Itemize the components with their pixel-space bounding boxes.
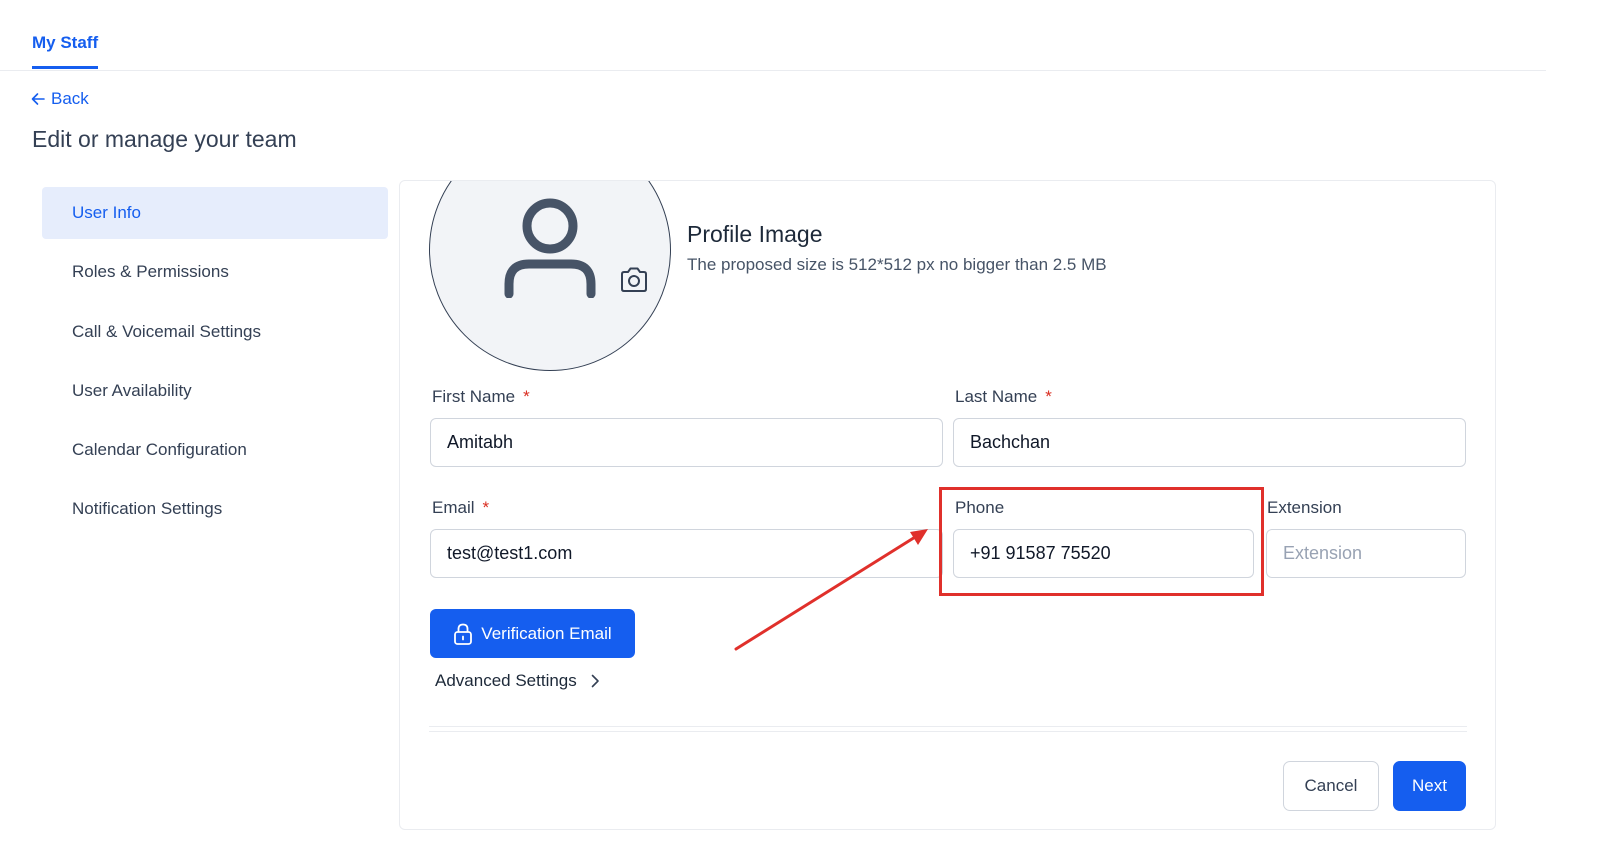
camera-icon[interactable] xyxy=(619,267,649,293)
arrow-left-icon xyxy=(31,93,45,105)
tab-my-staff[interactable]: My Staff xyxy=(32,33,99,69)
lock-icon xyxy=(454,623,473,645)
form-divider xyxy=(429,726,1467,732)
profile-image-hint: The proposed size is 512*512 px no bigge… xyxy=(687,255,1107,274)
sidebar-item-notification-settings[interactable]: Notification Settings xyxy=(42,483,388,535)
annotation-arrow-icon xyxy=(734,529,928,651)
last-name-label-text: Last Name xyxy=(955,387,1038,406)
profile-image-title: Profile Image xyxy=(687,221,823,247)
email-label-text: Email xyxy=(432,498,475,517)
email-label: Email * xyxy=(432,498,489,518)
settings-sidebar: User Info Roles & Permissions Call & Voi… xyxy=(42,187,388,543)
extension-input[interactable] xyxy=(1266,529,1466,578)
last-name-label: Last Name * xyxy=(955,387,1052,407)
annotation-highlight-box xyxy=(939,487,1264,596)
last-name-input[interactable] xyxy=(953,418,1466,467)
top-tab-bar: My Staff xyxy=(0,0,1546,71)
user-icon xyxy=(504,198,596,298)
verification-email-label: Verification Email xyxy=(481,623,612,643)
sidebar-item-roles-permissions[interactable]: Roles & Permissions xyxy=(42,246,388,298)
required-mark: * xyxy=(523,387,530,406)
first-name-input[interactable] xyxy=(430,418,943,467)
first-name-label: First Name * xyxy=(432,387,530,407)
cancel-button[interactable]: Cancel xyxy=(1283,761,1379,811)
profile-avatar[interactable] xyxy=(429,181,671,371)
required-mark: * xyxy=(482,498,490,517)
sidebar-item-user-info[interactable]: User Info xyxy=(42,187,388,239)
back-label: Back xyxy=(51,89,89,108)
chevron-right-icon xyxy=(591,674,599,688)
page-title: Edit or manage your team xyxy=(32,126,297,152)
back-link[interactable]: Back xyxy=(31,89,89,109)
sidebar-item-user-availability[interactable]: User Availability xyxy=(42,365,388,417)
extension-label: Extension xyxy=(1267,498,1342,517)
advanced-settings-label: Advanced Settings xyxy=(435,671,577,690)
sidebar-item-calendar-configuration[interactable]: Calendar Configuration xyxy=(42,424,388,476)
sidebar-item-call-voicemail-settings[interactable]: Call & Voicemail Settings xyxy=(42,306,388,358)
verification-email-button[interactable]: Verification Email xyxy=(430,609,635,658)
next-button[interactable]: Next xyxy=(1393,761,1466,811)
first-name-label-text: First Name xyxy=(432,387,516,406)
required-mark: * xyxy=(1045,387,1052,406)
advanced-settings-toggle[interactable]: Advanced Settings xyxy=(435,671,600,691)
